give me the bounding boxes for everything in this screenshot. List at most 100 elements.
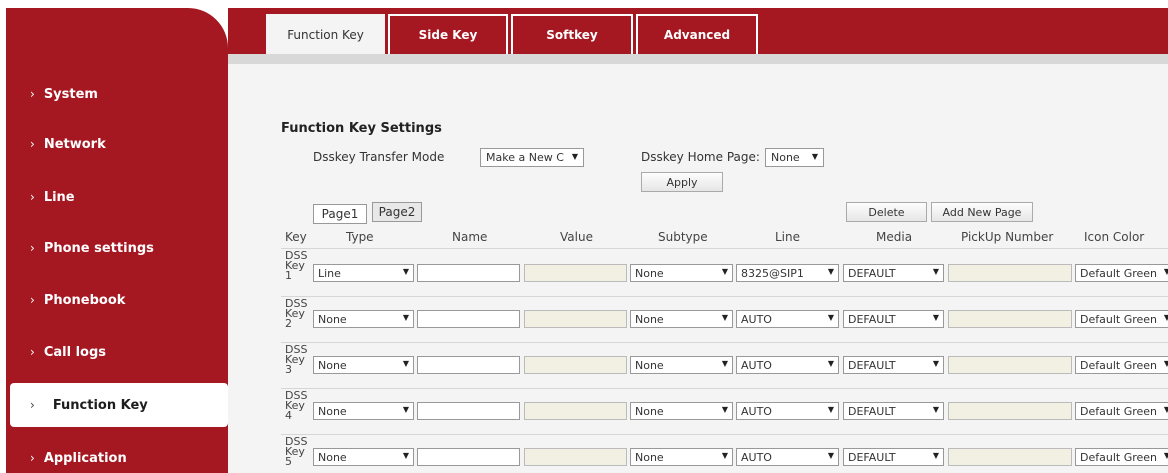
chevron-right-icon: ›	[30, 345, 35, 359]
type-select[interactable]: None ▼	[313, 310, 414, 328]
name-input[interactable]	[417, 448, 520, 466]
value-input[interactable]	[524, 264, 627, 282]
icon-color-value: Default Green	[1080, 404, 1157, 418]
subtype-select[interactable]: None ▼	[630, 264, 733, 282]
value-input[interactable]	[524, 356, 627, 374]
sidebar-item-network[interactable]: › Network	[6, 122, 228, 166]
dropdown-arrow-icon: ▼	[721, 313, 728, 322]
sidebar-item-function-key[interactable]: › Function Key	[10, 383, 228, 427]
table-divider	[281, 248, 1168, 249]
name-input[interactable]	[417, 310, 520, 328]
media-select[interactable]: DEFAULT ▼	[843, 356, 944, 374]
media-value: DEFAULT	[848, 450, 896, 464]
home-page-select[interactable]: None ▼	[765, 148, 824, 167]
col-header-subtype: Subtype	[658, 230, 708, 244]
page1-button[interactable]: Page1	[313, 204, 367, 224]
sidebar-item-line[interactable]: › Line	[6, 175, 228, 219]
dropdown-arrow-icon: ▼	[827, 267, 834, 276]
col-header-name: Name	[452, 230, 488, 244]
sidebar-item-phonebook[interactable]: › Phonebook	[6, 278, 228, 322]
line-select[interactable]: AUTO ▼	[736, 448, 839, 466]
transfer-mode-value: Make a New C	[486, 151, 564, 164]
page2-button[interactable]: Page2	[372, 202, 422, 222]
row-key-label: DSS Key 5	[285, 436, 307, 467]
chevron-right-icon: ›	[30, 87, 35, 101]
line-select[interactable]: AUTO ▼	[736, 310, 839, 328]
value-input[interactable]	[524, 448, 627, 466]
icon-color-select[interactable]: Default Green ▼	[1075, 310, 1168, 328]
icon-color-select[interactable]: Default Green ▼	[1075, 264, 1168, 282]
subtype-select[interactable]: None ▼	[630, 448, 733, 466]
media-select[interactable]: DEFAULT ▼	[843, 264, 944, 282]
key-label-line: 3	[285, 363, 292, 376]
dropdown-arrow-icon: ▼	[811, 152, 818, 161]
icon-color-select[interactable]: Default Green ▼	[1075, 402, 1168, 420]
line-select[interactable]: AUTO ▼	[736, 402, 839, 420]
pickup-number-input[interactable]	[948, 264, 1072, 282]
key-label-line: 2	[285, 317, 292, 330]
dropdown-arrow-icon: ▼	[932, 359, 939, 368]
apply-button[interactable]: Apply	[641, 172, 723, 192]
dropdown-arrow-icon: ▼	[1164, 451, 1168, 460]
name-input[interactable]	[417, 356, 520, 374]
sidebar-item-system[interactable]: › System	[6, 72, 228, 116]
col-header-icon-color: Icon Color	[1084, 230, 1145, 244]
type-value: None	[318, 358, 347, 372]
value-input[interactable]	[524, 402, 627, 420]
sidebar-item-label: Line	[43, 189, 75, 205]
app-root: › System › Network › Line › Phone settings ›…	[0, 0, 1168, 473]
type-value: None	[318, 450, 347, 464]
col-header-key: Key	[285, 230, 307, 244]
row-key-label: DSS Key 2	[285, 298, 307, 330]
icon-color-select[interactable]: Default Green ▼	[1075, 356, 1168, 374]
line-select[interactable]: AUTO ▼	[736, 356, 839, 374]
delete-button[interactable]: Delete	[846, 202, 927, 222]
sidebar-item-call-logs[interactable]: › Call logs	[6, 330, 228, 374]
type-select[interactable]: None ▼	[313, 402, 414, 420]
sidebar: › System › Network › Line › Phone settings ›…	[6, 8, 228, 473]
add-new-page-button[interactable]: Add New Page	[931, 202, 1033, 222]
dropdown-arrow-icon: ▼	[571, 152, 578, 161]
pickup-number-input[interactable]	[948, 402, 1072, 420]
type-select[interactable]: Line ▼	[313, 264, 414, 282]
tab-function-key[interactable]: Function Key	[266, 14, 385, 54]
table-row-divider	[281, 434, 1168, 435]
transfer-mode-label: Dsskey Transfer Mode	[313, 150, 445, 164]
pickup-number-input[interactable]	[948, 356, 1072, 374]
subtype-select[interactable]: None ▼	[630, 356, 733, 374]
type-select[interactable]: None ▼	[313, 448, 414, 466]
type-select[interactable]: None ▼	[313, 356, 414, 374]
name-input[interactable]	[417, 264, 520, 282]
table-row-divider	[281, 388, 1168, 389]
media-select[interactable]: DEFAULT ▼	[843, 310, 944, 328]
dropdown-arrow-icon: ▼	[1164, 267, 1168, 276]
pickup-number-input[interactable]	[948, 310, 1072, 328]
tab-advanced[interactable]: Advanced	[636, 14, 758, 54]
tab-softkey[interactable]: Softkey	[511, 14, 633, 54]
name-input[interactable]	[417, 402, 520, 420]
sidebar-item-phone-settings[interactable]: › Phone settings	[6, 226, 228, 270]
media-value: DEFAULT	[848, 312, 896, 326]
chevron-right-icon: ›	[30, 293, 35, 307]
subtype-select[interactable]: None ▼	[630, 402, 733, 420]
value-input[interactable]	[524, 310, 627, 328]
dropdown-arrow-icon: ▼	[721, 267, 728, 276]
pickup-number-input[interactable]	[948, 448, 1072, 466]
icon-color-select[interactable]: Default Green ▼	[1075, 448, 1168, 466]
media-select[interactable]: DEFAULT ▼	[843, 402, 944, 420]
subtype-value: None	[635, 450, 664, 464]
dropdown-arrow-icon: ▼	[932, 313, 939, 322]
tab-side-key[interactable]: Side Key	[388, 14, 508, 54]
section-title: Function Key Settings	[281, 121, 442, 136]
dropdown-arrow-icon: ▼	[827, 313, 834, 322]
sidebar-item-application[interactable]: › Application	[6, 436, 228, 473]
transfer-mode-select[interactable]: Make a New C ▼	[480, 148, 584, 167]
line-select[interactable]: 8325@SIP1 ▼	[736, 264, 839, 282]
subtype-select[interactable]: None ▼	[630, 310, 733, 328]
dropdown-arrow-icon: ▼	[932, 451, 939, 460]
dropdown-arrow-icon: ▼	[1164, 359, 1168, 368]
dropdown-arrow-icon: ▼	[932, 405, 939, 414]
media-select[interactable]: DEFAULT ▼	[843, 448, 944, 466]
media-value: DEFAULT	[848, 266, 896, 280]
media-value: DEFAULT	[848, 358, 896, 372]
